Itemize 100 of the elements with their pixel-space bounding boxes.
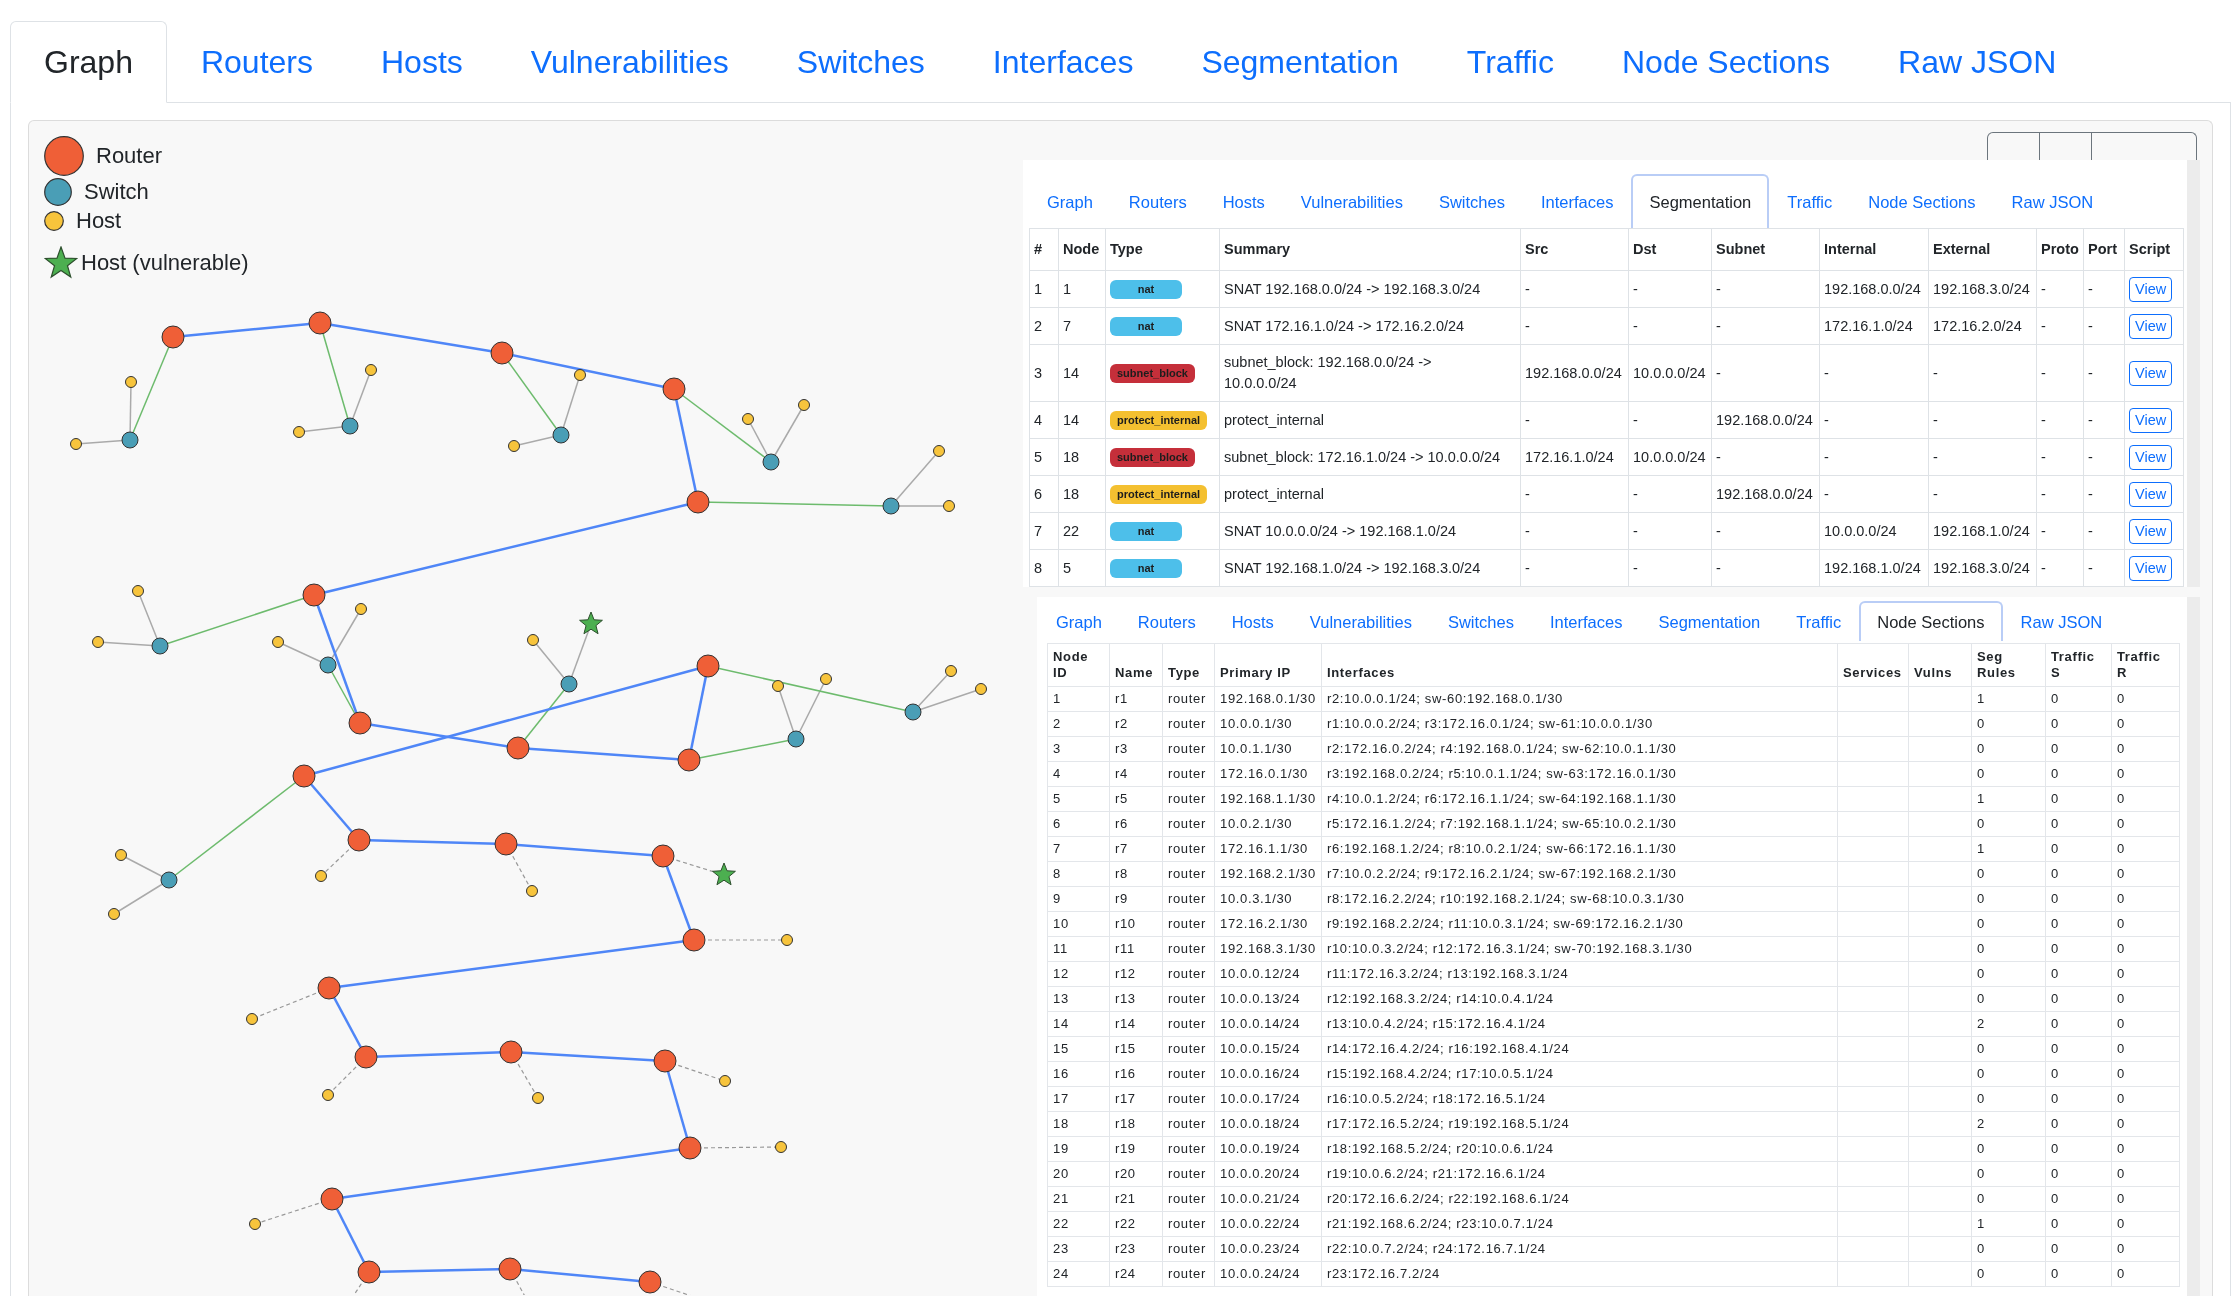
tab[interactable]: Routers xyxy=(1119,601,1214,641)
table-cell: - xyxy=(1520,512,1629,550)
table-cell: 10.0.0.1/30 xyxy=(1214,711,1322,737)
table-cell: 0 xyxy=(2111,1086,2180,1112)
tab[interactable]: Raw JSON xyxy=(2002,601,2121,641)
tab[interactable]: Traffic xyxy=(1769,174,1851,228)
view-button[interactable]: View xyxy=(2129,313,2173,339)
table-cell: 192.168.2.1/30 xyxy=(1214,861,1322,887)
table-cell: r19 xyxy=(1109,1136,1163,1162)
column-header: External xyxy=(1928,228,2037,271)
table-cell: router xyxy=(1162,1011,1215,1037)
view-button[interactable]: View xyxy=(2129,360,2173,386)
table-cell: 0 xyxy=(1971,1086,2046,1112)
column-header: Services xyxy=(1837,643,1909,687)
tab[interactable]: Interfaces xyxy=(1532,601,1641,641)
table-cell: 0 xyxy=(2111,1061,2180,1087)
tab[interactable]: Traffic xyxy=(1432,21,1588,103)
tab[interactable]: Raw JSON xyxy=(1993,174,2112,228)
tab[interactable]: Hosts xyxy=(1213,601,1292,641)
tab[interactable]: Graph xyxy=(1029,174,1111,228)
view-button[interactable]: View xyxy=(2129,481,2173,507)
tab[interactable]: Raw JSON xyxy=(1864,21,2091,103)
tab[interactable]: Segmentation xyxy=(1631,174,1770,228)
table-cell: 0 xyxy=(1971,1036,2046,1062)
tab[interactable]: Vulnerabilities xyxy=(1282,174,1421,228)
table-cell: 0 xyxy=(1971,1136,2046,1162)
switch-icon xyxy=(44,178,72,206)
table-cell: 0 xyxy=(2045,1036,2112,1062)
tab[interactable]: Hosts xyxy=(347,21,497,103)
table-cell: 0 xyxy=(2045,836,2112,862)
table-cell: 23 xyxy=(1047,1236,1110,1262)
table-cell: 1 xyxy=(1047,686,1110,712)
table-cell: 1 xyxy=(1971,836,2046,862)
column-header: Script xyxy=(2124,228,2184,271)
table-cell: r20:172.16.6.2/24; r22:192.168.6.1/24 xyxy=(1321,1186,1838,1212)
table-cell: 0 xyxy=(1971,861,2046,887)
table-cell: 0 xyxy=(2045,986,2112,1012)
tab[interactable]: Segmentation xyxy=(1640,601,1779,641)
table-cell: 0 xyxy=(2045,686,2112,712)
table-cell: 24 xyxy=(1047,1261,1110,1287)
table-cell: subnet_block: 172.16.1.0/24 -> 10.0.0.0/24 xyxy=(1219,438,1521,476)
type-tag: nat xyxy=(1110,559,1182,579)
tab[interactable]: Graph xyxy=(1038,601,1120,641)
table-cell: - xyxy=(1520,270,1629,308)
tab[interactable]: Node Sections xyxy=(1850,174,1994,228)
table-cell: r17 xyxy=(1109,1086,1163,1112)
table-cell: router xyxy=(1162,961,1215,987)
tab[interactable]: Interfaces xyxy=(958,21,1168,103)
table-cell: r2 xyxy=(1109,711,1163,737)
tab[interactable]: Switches xyxy=(1420,174,1523,228)
view-button[interactable]: View xyxy=(2129,555,2173,581)
table-cell: 0 xyxy=(2045,711,2112,737)
tab[interactable]: Routers xyxy=(166,21,347,103)
tab[interactable]: Node Sections xyxy=(1859,601,2003,641)
table-cell: 0 xyxy=(2045,1086,2112,1112)
table-cell: 10.0.0.22/24 xyxy=(1214,1211,1322,1237)
tab[interactable]: Switches xyxy=(1429,601,1532,641)
table-cell: - xyxy=(1711,549,1820,587)
table-cell: 0 xyxy=(2111,811,2180,837)
tab[interactable]: Segmentation xyxy=(1167,21,1433,103)
tab[interactable]: Routers xyxy=(1110,174,1205,228)
table-cell: router xyxy=(1162,1111,1215,1137)
tab[interactable]: Vulnerabilities xyxy=(496,21,763,103)
table-cell: 0 xyxy=(2045,1111,2112,1137)
view-button[interactable]: View xyxy=(2129,276,2173,302)
tab[interactable]: Graph xyxy=(10,21,167,103)
view-button[interactable]: View xyxy=(2129,407,2173,433)
table-cell: r6:192.168.1.2/24; r8:10.0.2.1/24; sw-66:172.16.1.1/30 xyxy=(1321,836,1838,862)
tab[interactable]: Vulnerabilities xyxy=(1291,601,1430,641)
table-cell: - xyxy=(1711,270,1820,308)
table-cell: 17 xyxy=(1047,1086,1110,1112)
table-cell: r18 xyxy=(1109,1111,1163,1137)
table-cell: 1 xyxy=(1058,270,1106,308)
tab[interactable]: Traffic xyxy=(1778,601,1860,641)
column-header: Summary xyxy=(1219,228,1521,271)
tab[interactable]: Hosts xyxy=(1204,174,1283,228)
table-cell: - xyxy=(1628,307,1712,345)
table-cell: 7 xyxy=(1029,512,1059,550)
table-cell: 2 xyxy=(1029,307,1059,345)
table-cell: 0 xyxy=(2045,936,2112,962)
table-cell: 192.168.0.0/24 xyxy=(1819,270,1929,308)
table-cell: - xyxy=(1628,475,1712,513)
table-cell: 0 xyxy=(1971,986,2046,1012)
table-cell: r10:10.0.3.2/24; r12:172.16.3.1/24; sw-70:192.168.3.1/30 xyxy=(1321,936,1838,962)
column-header: Dst xyxy=(1628,228,1712,271)
column-header: Vulns xyxy=(1908,643,1972,687)
table-cell: r21 xyxy=(1109,1186,1163,1212)
tab[interactable]: Interfaces xyxy=(1523,174,1632,228)
tab[interactable]: Switches xyxy=(762,21,959,103)
table-cell: r12 xyxy=(1109,961,1163,987)
table-cell: 172.16.2.1/30 xyxy=(1214,911,1322,937)
table-cell: r2:10.0.0.1/24; sw-60:192.168.0.1/30 xyxy=(1321,686,1838,712)
tab[interactable]: Node Sections xyxy=(1587,21,1865,103)
table-cell: 14 xyxy=(1058,401,1106,439)
table-cell: protect_internal xyxy=(1219,401,1521,439)
table-cell: 0 xyxy=(1971,1261,2046,1287)
column-header: Name xyxy=(1109,643,1163,687)
view-button[interactable]: View xyxy=(2129,518,2173,544)
view-button[interactable]: View xyxy=(2129,444,2173,470)
table-cell: r2:172.16.0.2/24; r4:192.168.0.1/24; sw-62:10.0.1.1/30 xyxy=(1321,736,1838,762)
